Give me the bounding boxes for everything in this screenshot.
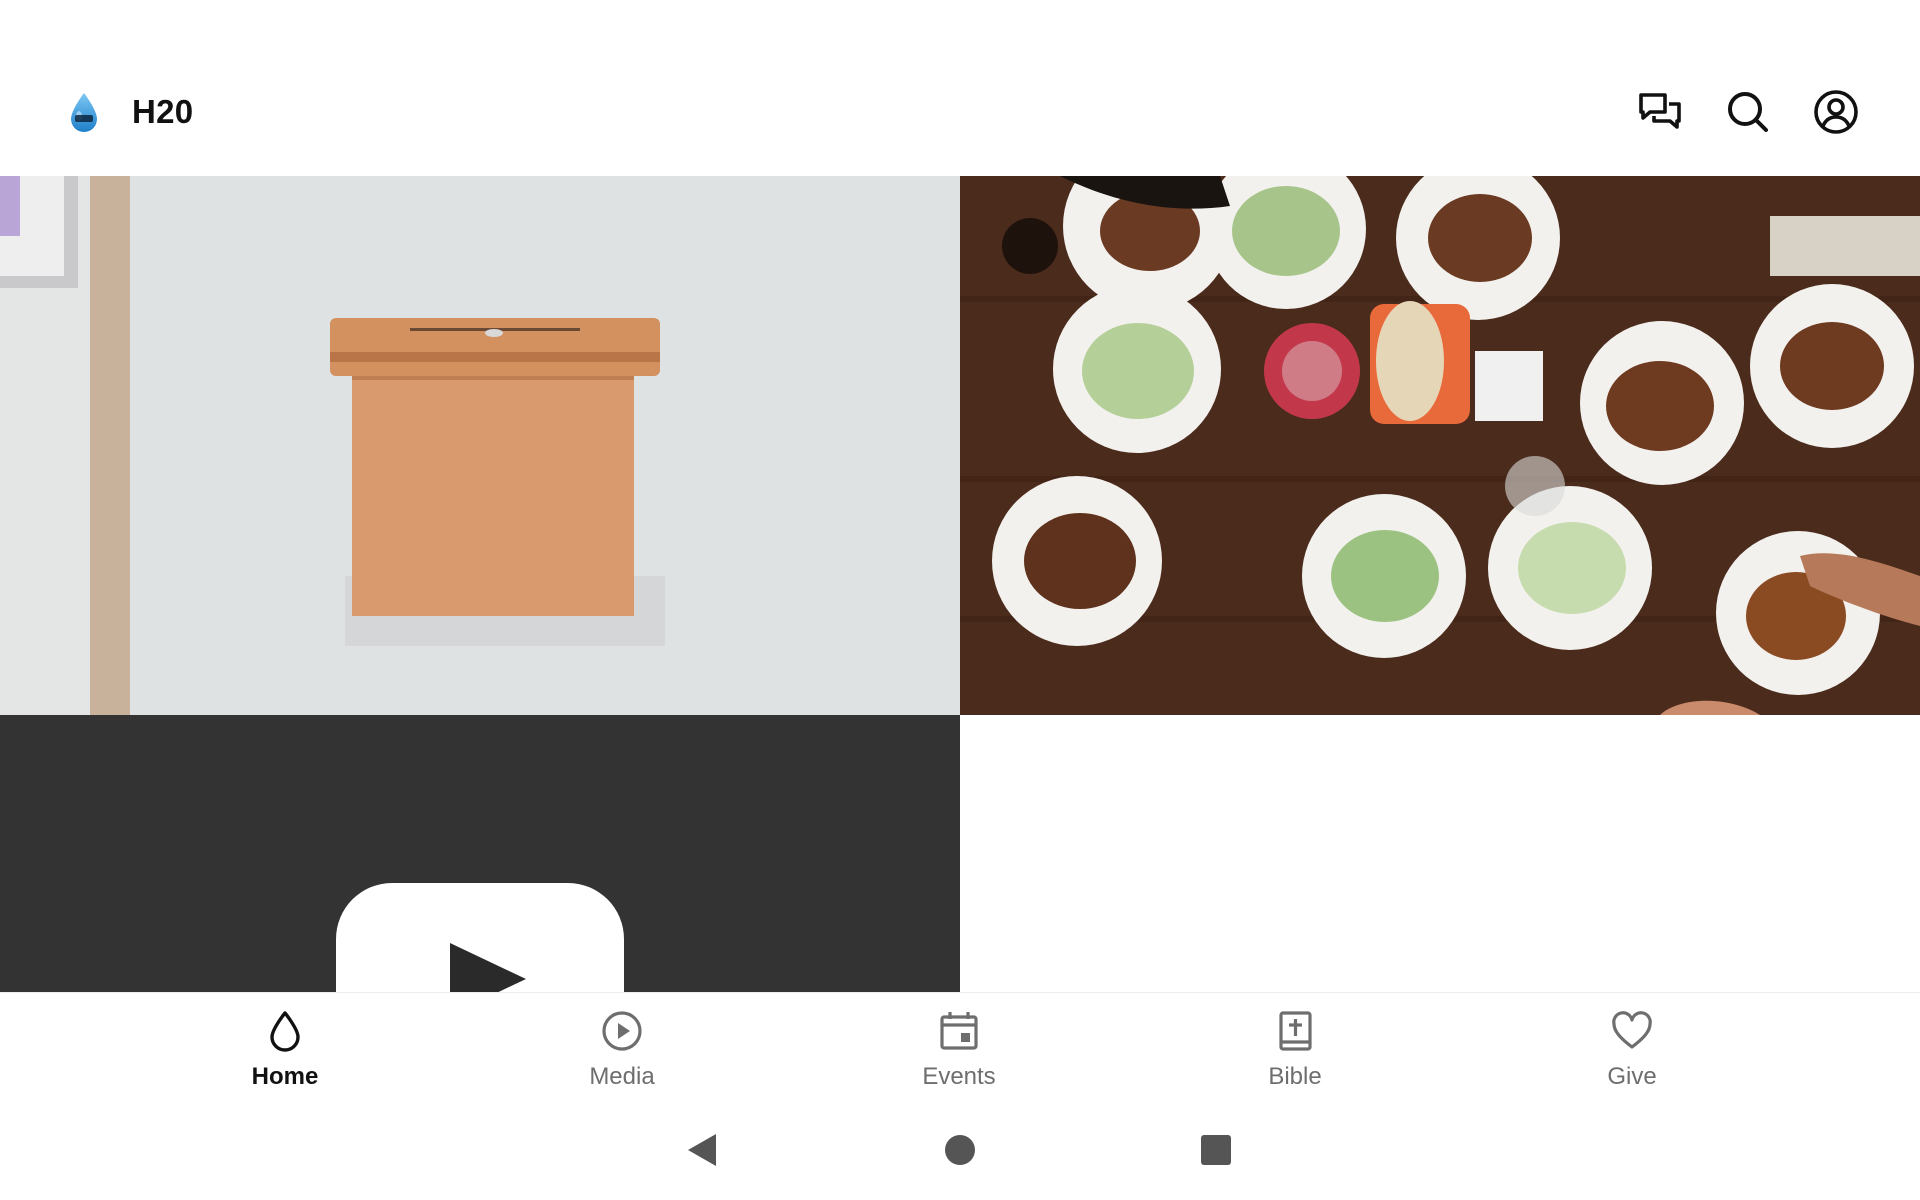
nav-bible[interactable]: Bible — [1205, 993, 1385, 1101]
youtube-play-icon — [0, 715, 960, 992]
youtube-video-tile[interactable] — [0, 715, 960, 992]
nav-events-label: Events — [922, 1063, 996, 1090]
nav-home-label: Home — [251, 1063, 319, 1090]
water-drop-logo — [68, 92, 100, 134]
recents-icon[interactable] — [1194, 1128, 1238, 1172]
system-nav-bar — [0, 1100, 1920, 1200]
drop-icon — [263, 1009, 307, 1053]
calendar-icon — [937, 1009, 981, 1053]
back-icon[interactable] — [680, 1128, 724, 1172]
heart-icon — [1610, 1009, 1654, 1053]
nav-media[interactable]: Media — [532, 993, 712, 1101]
bottom-nav: Home Media Events Bible Give — [0, 992, 1920, 1101]
nav-bible-label: Bible — [1268, 1063, 1322, 1090]
offering-box-photo[interactable] — [0, 176, 960, 715]
bible-icon — [1273, 1009, 1317, 1053]
chat-icon[interactable] — [1636, 88, 1684, 136]
offering-box-image — [0, 176, 960, 715]
nav-events[interactable]: Events — [869, 993, 1049, 1101]
app-bar: H20 — [0, 0, 1920, 176]
app-title: H20 — [132, 93, 194, 130]
search-icon[interactable] — [1724, 88, 1772, 136]
nav-media-label: Media — [589, 1063, 655, 1090]
nav-give[interactable]: Give — [1542, 993, 1722, 1101]
shared-meal-photo[interactable] — [960, 176, 1920, 715]
play-circle-icon — [600, 1009, 644, 1053]
nav-give-label: Give — [1607, 1063, 1657, 1090]
account-icon[interactable] — [1812, 88, 1860, 136]
home-icon[interactable] — [938, 1128, 982, 1172]
nav-home[interactable]: Home — [195, 993, 375, 1101]
shared-meal-image — [960, 176, 1920, 715]
